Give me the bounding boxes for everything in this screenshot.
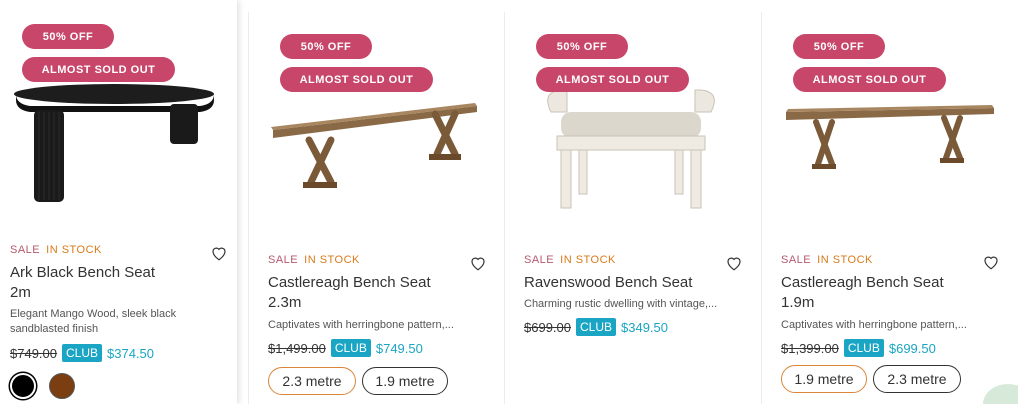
club-price: $374.50 <box>107 345 155 361</box>
product-title[interactable]: Ark Black Bench Seat 2m <box>10 263 180 303</box>
product-status: SALE IN STOCK <box>524 254 616 266</box>
product-status: SALE IN STOCK <box>268 254 360 266</box>
product-title[interactable]: Castlereagh Bench Seat 1.9m <box>781 273 971 313</box>
original-price: $699.00 <box>524 319 571 335</box>
product-title[interactable]: Ravenswood Bench Seat <box>524 273 724 293</box>
product-description: Captivates with herringbone pattern,... <box>268 319 454 331</box>
almost-sold-out-badge: ALMOST SOLD OUT <box>793 67 946 92</box>
product-description: Elegant Mango Wood, sleek black sandblas… <box>10 308 177 335</box>
product-card-castlereagh-2-3m[interactable]: 50% OFF ALMOST SOLD OUT SALE IN STOCK Cas… <box>248 12 500 404</box>
price-row: $749.00 CLUB $374.50 <box>10 344 154 362</box>
product-image[interactable] <box>10 70 218 210</box>
heart-icon[interactable] <box>982 253 1000 271</box>
club-price: $749.50 <box>375 340 423 356</box>
almost-sold-out-badge: ALMOST SOLD OUT <box>22 57 175 82</box>
product-title[interactable]: Castlereagh Bench Seat 2.3m <box>268 273 458 313</box>
product-status: SALE IN STOCK <box>781 254 873 266</box>
club-badge: CLUB <box>576 318 617 336</box>
color-swatch-brown[interactable] <box>49 373 75 399</box>
stock-label: IN STOCK <box>46 244 102 256</box>
heart-icon[interactable] <box>210 244 228 262</box>
discount-badge: 50% OFF <box>22 24 114 49</box>
sale-label: SALE <box>781 254 812 266</box>
product-image[interactable] <box>265 82 485 212</box>
product-card-ravenswood[interactable]: 50% OFF ALMOST SOLD OUT SALE IN STOCK Rav… <box>504 12 756 404</box>
stock-label: IN STOCK <box>304 254 360 266</box>
product-description: Charming rustic dwelling with vintage,..… <box>524 298 718 310</box>
product-status: SALE IN STOCK <box>10 244 102 256</box>
club-badge: CLUB <box>330 339 371 357</box>
size-option-1-9-metre[interactable]: 1.9 metre <box>362 367 448 395</box>
price-row: $699.00 CLUB $349.50 <box>524 318 668 336</box>
sale-label: SALE <box>268 254 299 266</box>
heart-icon[interactable] <box>725 254 743 272</box>
product-card-ark-black[interactable]: 50% OFF ALMOST SOLD OUT SALE IN STOCK Ark… <box>0 0 237 404</box>
stock-label: IN STOCK <box>560 254 616 266</box>
original-price: $1,399.00 <box>781 340 839 356</box>
size-option-2-3-metre[interactable]: 2.3 metre <box>873 365 961 393</box>
product-description: Captivates with herringbone pattern,... <box>781 319 967 331</box>
club-price: $349.50 <box>621 319 669 335</box>
heart-icon[interactable] <box>469 254 487 272</box>
product-image[interactable] <box>521 82 741 212</box>
product-image[interactable] <box>778 82 998 212</box>
sale-label: SALE <box>10 244 41 256</box>
discount-badge: 50% OFF <box>280 34 372 59</box>
original-price: $749.00 <box>10 345 57 361</box>
product-card-castlereagh-1-9m[interactable]: 50% OFF ALMOST SOLD OUT SALE IN STOCK Cas… <box>761 12 1018 404</box>
size-option-1-9-metre[interactable]: 1.9 metre <box>781 365 867 393</box>
club-price: $699.50 <box>888 340 936 356</box>
color-swatch-black[interactable] <box>10 373 36 399</box>
discount-badge: 50% OFF <box>536 34 628 59</box>
original-price: $1,499.00 <box>268 340 326 356</box>
discount-badge: 50% OFF <box>793 34 885 59</box>
club-badge: CLUB <box>62 344 103 362</box>
size-option-2-3-metre[interactable]: 2.3 metre <box>268 367 356 395</box>
price-row: $1,499.00 CLUB $749.50 <box>268 339 423 357</box>
almost-sold-out-badge: ALMOST SOLD OUT <box>280 67 433 92</box>
price-row: $1,399.00 CLUB $699.50 <box>781 339 936 357</box>
stock-label: IN STOCK <box>817 254 873 266</box>
club-badge: CLUB <box>843 339 884 357</box>
sale-label: SALE <box>524 254 555 266</box>
almost-sold-out-badge: ALMOST SOLD OUT <box>536 67 689 92</box>
